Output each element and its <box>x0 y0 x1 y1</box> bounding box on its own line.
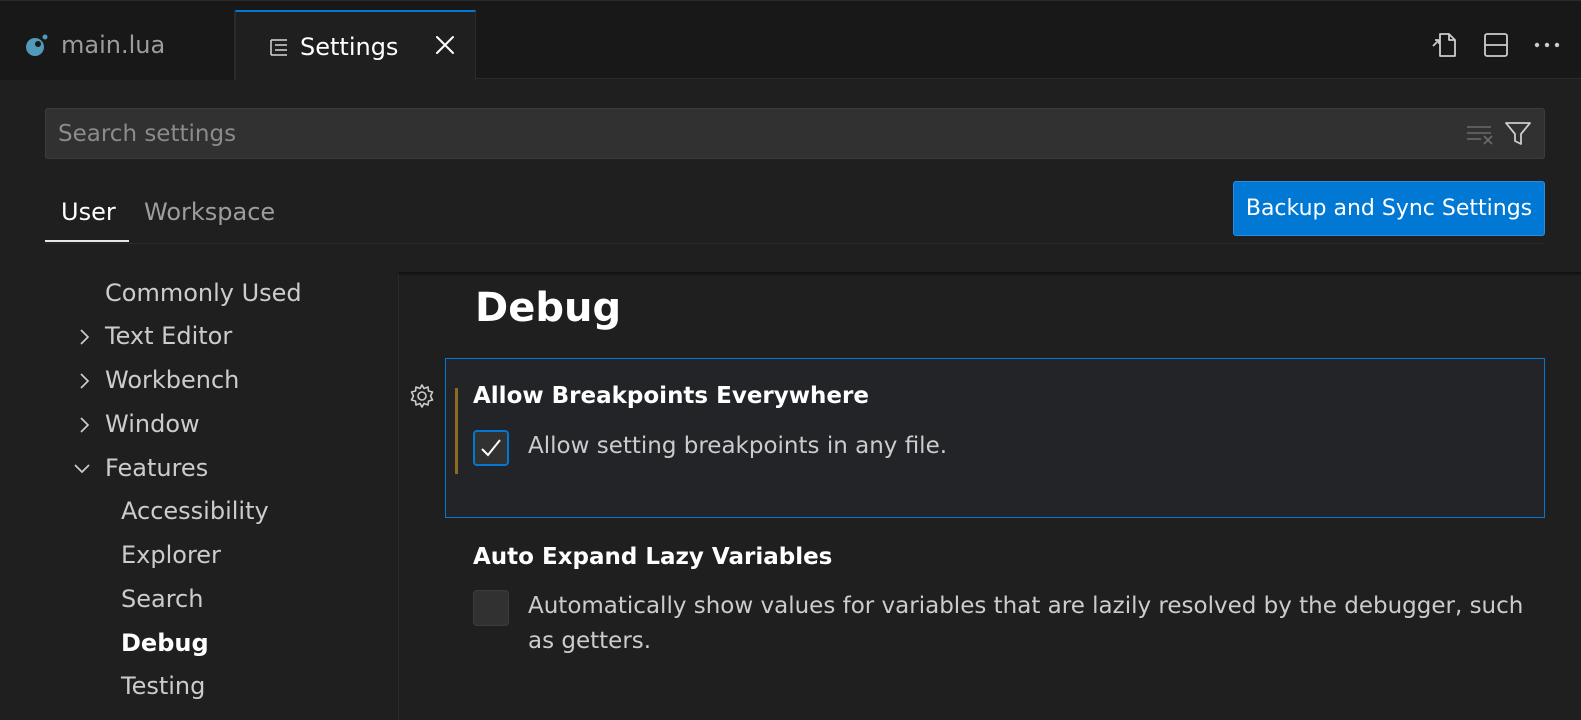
toc-item-debug[interactable]: Debug <box>121 629 209 657</box>
gear-icon[interactable] <box>408 382 436 410</box>
chevron-right-icon[interactable] <box>75 416 93 434</box>
setting-checkbox[interactable] <box>473 430 509 466</box>
lua-file-icon <box>26 34 48 56</box>
scope-divider <box>45 243 1545 244</box>
open-settings-json-icon[interactable] <box>1430 31 1458 59</box>
backup-sync-button[interactable]: Backup and Sync Settings <box>1233 181 1545 236</box>
search-input[interactable] <box>58 117 1438 151</box>
more-actions-icon[interactable] <box>1533 31 1561 59</box>
chevron-right-icon[interactable] <box>75 328 93 346</box>
tab-main-lua[interactable]: main.lua <box>0 10 235 80</box>
scroll-shadow <box>398 272 1581 276</box>
clear-filter-icon[interactable] <box>1465 122 1495 146</box>
filter-icon[interactable] <box>1503 119 1533 149</box>
split-editor-icon[interactable] <box>1482 31 1510 59</box>
toc-item-text-editor[interactable]: Text Editor <box>105 322 232 350</box>
check-icon <box>481 439 501 457</box>
toc-item-features[interactable]: Features <box>105 454 208 482</box>
toc-item-search[interactable]: Search <box>121 585 203 613</box>
setting-title: Allow Breakpoints Everywhere <box>473 383 869 409</box>
toc-item-workbench[interactable]: Workbench <box>105 366 239 394</box>
section-title: Debug <box>475 285 622 331</box>
tab-label: main.lua <box>61 31 166 59</box>
tab-workspace[interactable]: Workspace <box>144 198 275 226</box>
settings-toc: Commonly Used Text Editor Workbench Wind… <box>0 272 398 720</box>
toc-item-commonly-used[interactable]: Commonly Used <box>105 279 302 307</box>
active-scope-indicator <box>45 240 129 242</box>
setting-description: Allow setting breakpoints in any file. <box>528 433 948 459</box>
tab-label: Settings <box>300 32 399 61</box>
toc-item-explorer[interactable]: Explorer <box>121 541 221 569</box>
chevron-down-icon[interactable] <box>73 460 91 478</box>
modified-indicator <box>455 388 458 474</box>
tab-settings[interactable]: Settings <box>235 10 476 81</box>
chevron-right-icon[interactable] <box>75 372 93 390</box>
toc-item-window[interactable]: Window <box>105 410 200 438</box>
settings-editor-icon <box>270 39 287 56</box>
toc-item-testing[interactable]: Testing <box>121 672 205 700</box>
toc-divider[interactable] <box>398 272 399 720</box>
toc-item-accessibility[interactable]: Accessibility <box>121 497 269 525</box>
setting-description: Automatically show values for variables … <box>528 593 1524 654</box>
search-settings-box <box>45 108 1545 159</box>
editor-tab-bar: main.lua Settings <box>0 0 1581 81</box>
setting-title: Auto Expand Lazy Variables <box>473 544 833 570</box>
setting-checkbox[interactable] <box>473 590 509 626</box>
tab-user[interactable]: User <box>61 198 116 226</box>
close-icon[interactable] <box>434 34 456 56</box>
